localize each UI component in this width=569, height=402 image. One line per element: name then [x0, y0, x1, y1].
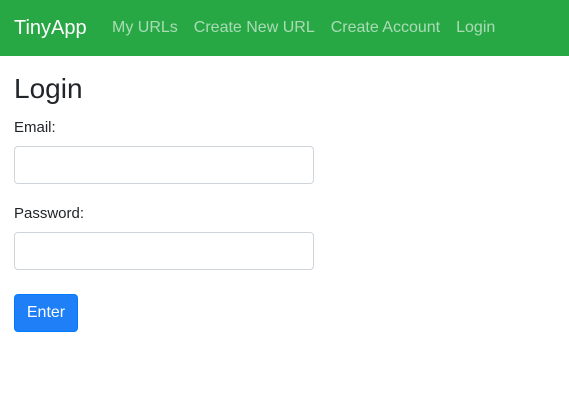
enter-button[interactable]: Enter [14, 294, 78, 332]
password-field[interactable] [14, 232, 314, 270]
nav-link-login[interactable]: Login [456, 18, 495, 38]
password-label: Password: [14, 205, 85, 222]
top-navbar: TinyApp My URLs Create New URL Create Ac… [0, 0, 569, 56]
page-title: Login [14, 73, 83, 104]
brand-link[interactable]: TinyApp [14, 15, 87, 41]
nav-link-create-account[interactable]: Create Account [331, 18, 440, 38]
email-label: Email: [14, 119, 56, 136]
nav-links: My URLs Create New URL Create Account Lo… [112, 18, 495, 38]
nav-link-my-urls[interactable]: My URLs [112, 18, 178, 38]
email-field[interactable] [14, 146, 314, 184]
nav-link-create-new-url[interactable]: Create New URL [194, 18, 315, 38]
